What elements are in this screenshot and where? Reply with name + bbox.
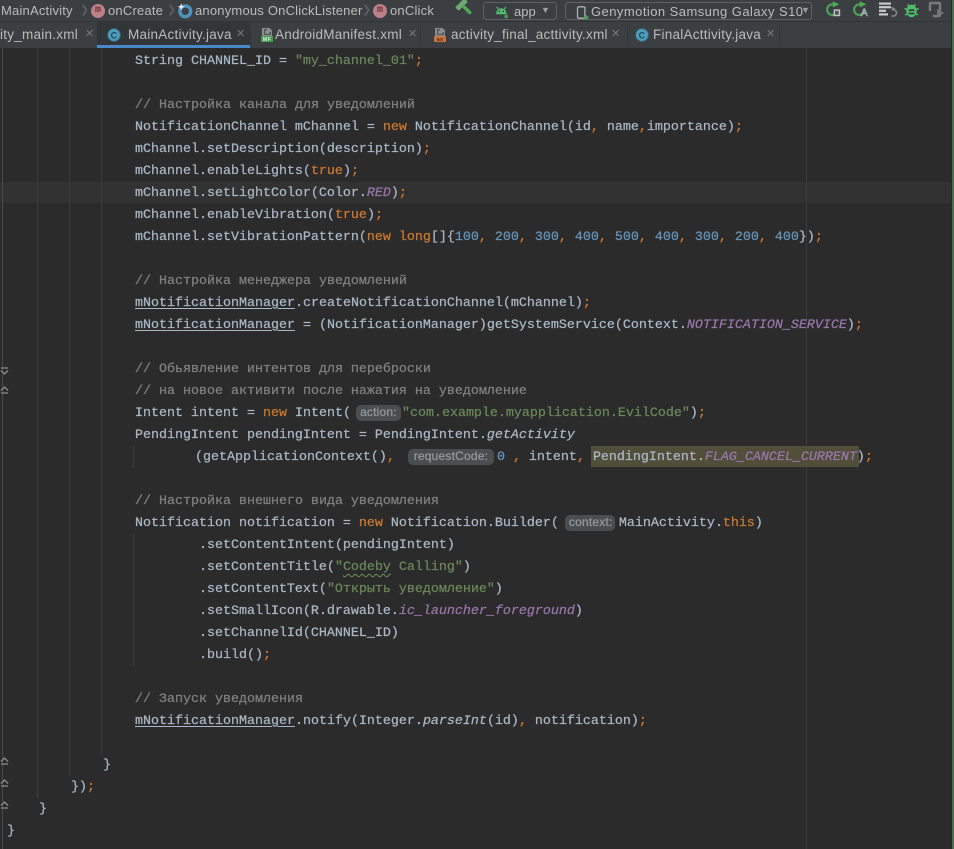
svg-text:C: C [639, 30, 646, 40]
svg-text:C: C [111, 30, 118, 40]
svg-text:MF: MF [263, 37, 272, 43]
svg-text:ax: ax [437, 37, 444, 43]
